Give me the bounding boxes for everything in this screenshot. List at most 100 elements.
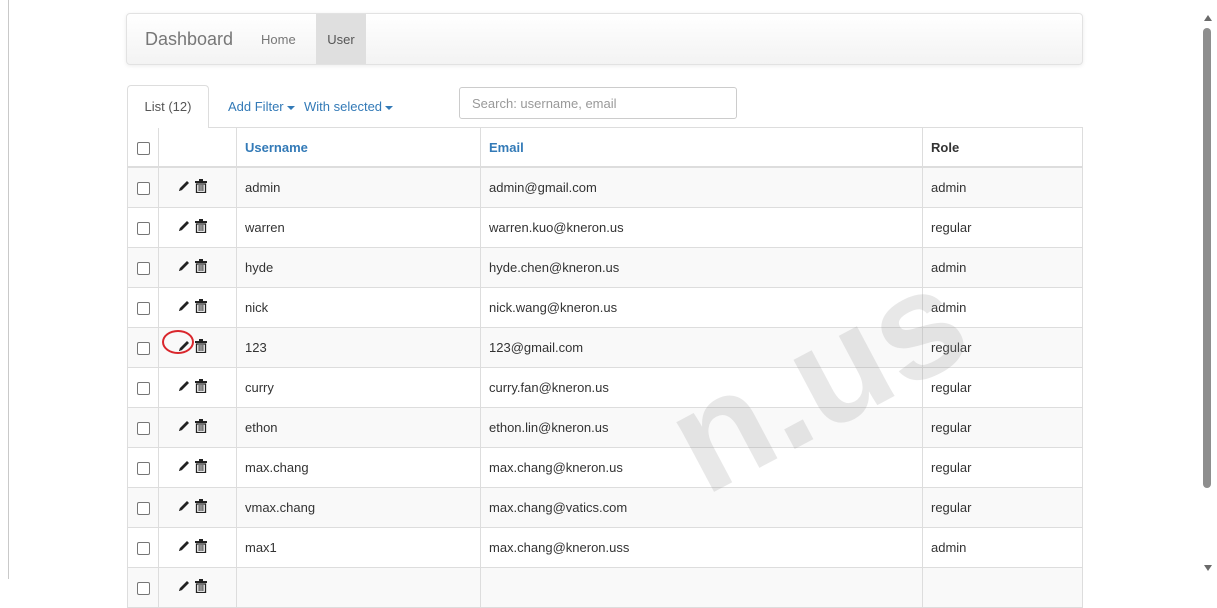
table-row: ethon ethon.lin@kneron.us regular <box>127 407 1083 448</box>
trash-icon[interactable] <box>194 579 207 596</box>
row-actions <box>158 407 237 448</box>
row-actions <box>158 287 237 328</box>
row-select-cell <box>127 247 159 288</box>
table-row: max.chang max.chang@kneron.us regular <box>127 447 1083 488</box>
email-cell <box>480 567 923 608</box>
pencil-icon[interactable] <box>177 219 191 236</box>
navbar-brand[interactable]: Dashboard <box>145 14 233 64</box>
email-cell: curry.fan@kneron.us <box>480 367 923 408</box>
row-select-cell <box>127 166 159 208</box>
username-cell: admin <box>236 166 481 208</box>
row-select-cell <box>127 487 159 528</box>
select-all-cell <box>127 127 159 168</box>
row-checkbox[interactable] <box>137 222 150 236</box>
with-selected-label: With selected <box>304 99 383 114</box>
row-select-cell <box>127 567 159 608</box>
email-cell: hyde.chen@kneron.us <box>480 247 923 288</box>
row-checkbox[interactable] <box>137 542 150 556</box>
row-actions <box>158 327 237 368</box>
pencil-icon[interactable] <box>177 539 191 556</box>
username-cell: max1 <box>236 527 481 568</box>
pencil-icon[interactable] <box>177 299 191 316</box>
email-cell: nick.wang@kneron.us <box>480 287 923 328</box>
row-actions <box>158 447 237 488</box>
email-cell: max.chang@kneron.us <box>480 447 923 488</box>
nav-link-home[interactable]: Home <box>261 14 296 64</box>
pencil-icon[interactable] <box>177 579 191 596</box>
pencil-icon[interactable] <box>177 459 191 476</box>
trash-icon[interactable] <box>194 299 207 316</box>
row-actions <box>158 207 237 248</box>
row-checkbox[interactable] <box>137 262 150 276</box>
username-cell: max.chang <box>236 447 481 488</box>
role-cell: admin <box>922 527 1083 568</box>
trash-icon[interactable] <box>194 339 207 356</box>
email-cell: warren.kuo@kneron.us <box>480 207 923 248</box>
with-selected-dropdown[interactable]: With selected <box>304 85 394 127</box>
pencil-icon[interactable] <box>177 259 191 276</box>
row-checkbox[interactable] <box>137 462 150 476</box>
role-header: Role <box>922 127 1083 168</box>
row-checkbox[interactable] <box>137 582 150 596</box>
trash-icon[interactable] <box>194 419 207 436</box>
row-checkbox[interactable] <box>137 422 150 436</box>
row-select-cell <box>127 367 159 408</box>
role-cell: regular <box>922 447 1083 488</box>
email-cell: max.chang@kneron.uss <box>480 527 923 568</box>
search-input[interactable] <box>459 87 737 119</box>
username-cell: vmax.chang <box>236 487 481 528</box>
row-select-cell <box>127 287 159 328</box>
pencil-icon[interactable] <box>177 379 191 396</box>
select-all-checkbox[interactable] <box>137 141 150 155</box>
username-cell: 123 <box>236 327 481 368</box>
trash-icon[interactable] <box>194 179 207 196</box>
role-cell <box>922 567 1083 608</box>
username-cell: ethon <box>236 407 481 448</box>
role-cell: admin <box>922 247 1083 288</box>
row-checkbox[interactable] <box>137 502 150 516</box>
row-actions <box>158 487 237 528</box>
username-header[interactable]: Username <box>236 127 481 168</box>
nav-link-user[interactable]: User <box>316 14 366 64</box>
row-select-cell <box>127 327 159 368</box>
table-row: hyde hyde.chen@kneron.us admin <box>127 247 1083 288</box>
row-checkbox[interactable] <box>137 382 150 396</box>
scroll-down-arrow-icon[interactable] <box>1204 565 1212 571</box>
trash-icon[interactable] <box>194 459 207 476</box>
row-checkbox[interactable] <box>137 342 150 356</box>
email-header[interactable]: Email <box>480 127 923 168</box>
trash-icon[interactable] <box>194 259 207 276</box>
caret-down-icon <box>286 105 295 110</box>
pencil-icon[interactable] <box>177 179 191 196</box>
add-filter-dropdown[interactable]: Add Filter <box>228 85 295 127</box>
role-cell: admin <box>922 287 1083 328</box>
scroll-up-arrow-icon[interactable] <box>1204 15 1212 21</box>
username-cell: nick <box>236 287 481 328</box>
pencil-icon[interactable] <box>162 330 194 356</box>
table-row: max1 max.chang@kneron.uss admin <box>127 527 1083 568</box>
table-row: warren warren.kuo@kneron.us regular <box>127 207 1083 248</box>
navbar: Dashboard Home User <box>126 13 1083 65</box>
vertical-scrollbar[interactable] <box>1199 8 1217 579</box>
tab-list[interactable]: List (12) <box>127 85 209 128</box>
row-actions <box>158 367 237 408</box>
row-checkbox[interactable] <box>137 182 150 196</box>
trash-icon[interactable] <box>194 499 207 516</box>
table-row: curry curry.fan@kneron.us regular <box>127 367 1083 408</box>
trash-icon[interactable] <box>194 219 207 236</box>
row-actions <box>158 166 237 208</box>
row-select-cell <box>127 407 159 448</box>
username-cell: curry <box>236 367 481 408</box>
caret-down-icon <box>385 105 394 110</box>
table-row: admin admin@gmail.com admin <box>127 166 1083 208</box>
trash-icon[interactable] <box>194 379 207 396</box>
table-row <box>127 567 1083 608</box>
scrollbar-thumb[interactable] <box>1203 28 1211 488</box>
add-filter-label: Add Filter <box>228 99 284 114</box>
row-checkbox[interactable] <box>137 302 150 316</box>
role-cell: regular <box>922 327 1083 368</box>
pencil-icon[interactable] <box>177 499 191 516</box>
row-select-cell <box>127 207 159 248</box>
trash-icon[interactable] <box>194 539 207 556</box>
pencil-icon[interactable] <box>177 419 191 436</box>
